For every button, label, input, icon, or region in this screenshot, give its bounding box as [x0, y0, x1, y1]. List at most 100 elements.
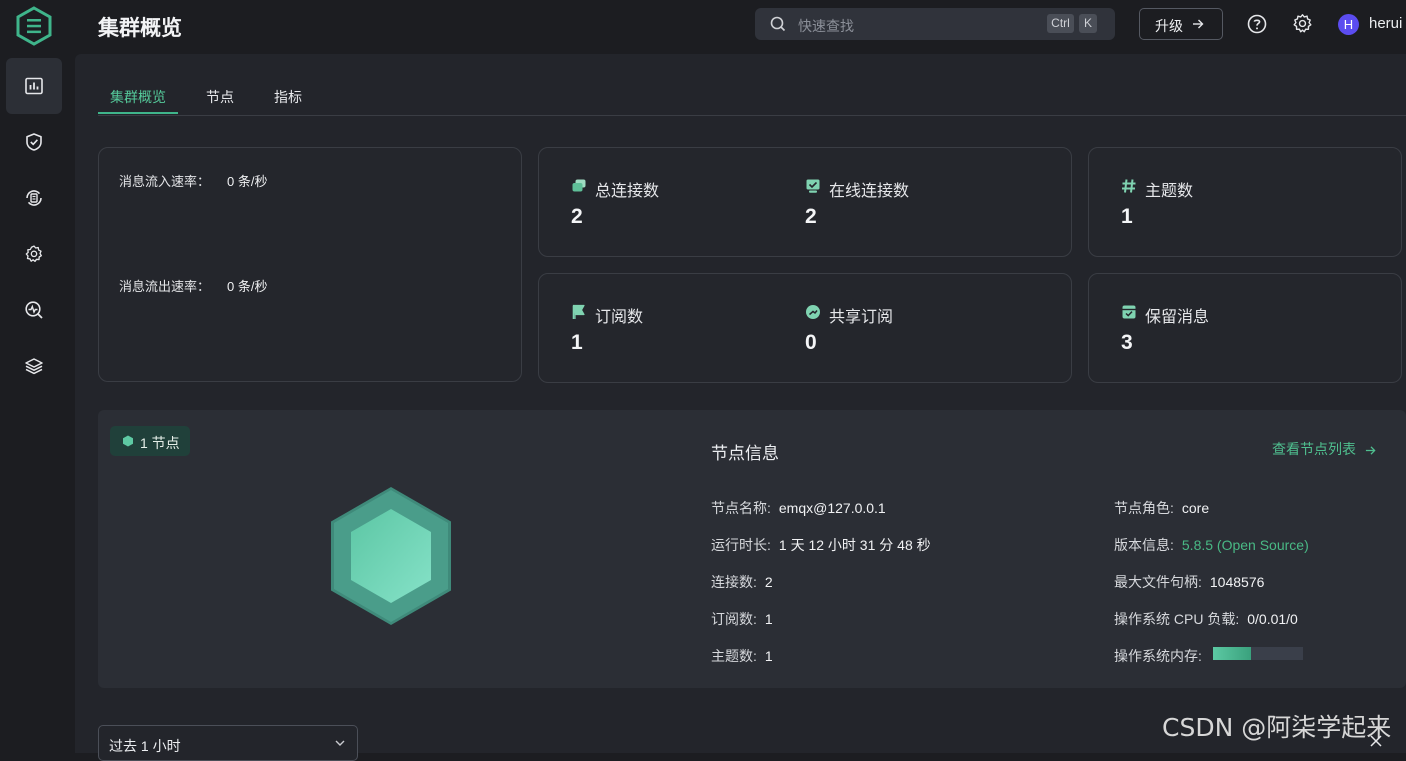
node-hexagon-graphic[interactable] [330, 486, 452, 626]
info-value: 1 [764, 611, 773, 627]
info-key: 连接数: [711, 574, 757, 590]
subscribe-flag-icon [572, 304, 585, 319]
search-icon [770, 16, 786, 32]
info-key: 运行时长: [711, 537, 771, 553]
info-value: 1 天 12 小时 31 分 48 秒 [778, 537, 931, 553]
inflow-rate-label: 消息流入速率： [119, 174, 211, 189]
node-info-panel: 1 节点 节点信息 查看节点列表 节点名称: emqx@127.0.0.1 运行… [98, 410, 1406, 688]
max-fd-row: 最大文件句柄: 1048576 [1114, 572, 1264, 592]
sidebar-item-data-integration[interactable] [6, 170, 62, 226]
diagnose-icon [25, 301, 43, 319]
emqx-logo-icon[interactable] [16, 6, 52, 46]
connections-row: 连接数: 2 [711, 572, 773, 592]
time-range-value: 过去 1 小时 [109, 738, 181, 754]
uptime-row: 运行时长: 1 天 12 小时 31 分 48 秒 [711, 535, 931, 555]
sidebar-item-management[interactable] [6, 226, 62, 282]
topics-card: 主题数 1 [1088, 147, 1402, 257]
tab-metrics[interactable]: 指标 [274, 87, 302, 107]
info-value: 1 [764, 648, 773, 664]
subscriptions-value: 1 [571, 331, 583, 354]
top-bar: 集群概览 快速查找 Ctrl K 升级 H herui [0, 0, 1406, 52]
memory-row: 操作系统内存: [1114, 646, 1202, 666]
page-title: 集群概览 [98, 17, 182, 40]
info-value: 2 [764, 574, 773, 590]
node-name-row: 节点名称: emqx@127.0.0.1 [711, 498, 886, 518]
dashboard-icon [25, 77, 43, 95]
subscriptions-row: 订阅数: 1 [711, 609, 773, 629]
info-key: 节点名称: [711, 500, 771, 516]
info-key: 版本信息: [1114, 537, 1174, 553]
shortcut-k: K [1079, 14, 1097, 33]
outflow-rate-value: 0 条/秒 [227, 279, 268, 294]
hash-icon [1122, 179, 1136, 193]
sidebar-item-dashboard[interactable] [6, 58, 62, 114]
share-icon [806, 305, 820, 319]
subscriptions-card: 订阅数 1 共享订阅 0 [538, 273, 1072, 383]
shared-subscriptions-value: 0 [805, 331, 817, 354]
cpu-load-row: 操作系统 CPU 负载: 0/0.01/0 [1114, 609, 1298, 629]
node-count-label: 1 节点 [140, 435, 180, 451]
version-row: 版本信息: 5.8.5 (Open Source) [1114, 535, 1309, 555]
close-icon[interactable] [1368, 733, 1384, 749]
shield-icon [26, 133, 42, 151]
message-rate-card: 消息流入速率： 0 条/秒 消息流出速率： 0 条/秒 [98, 147, 522, 382]
info-value: core [1181, 500, 1210, 516]
subscriptions-label: 订阅数 [595, 309, 644, 326]
upgrade-label: 升级 [1155, 18, 1183, 34]
search-input[interactable]: 快速查找 Ctrl K [755, 8, 1115, 40]
sidebar [0, 52, 70, 753]
username[interactable]: herui [1369, 15, 1402, 32]
retained-card: 保留消息 3 [1088, 273, 1402, 383]
upgrade-button[interactable]: 升级 [1139, 8, 1223, 40]
node-count-badge[interactable]: 1 节点 [110, 426, 190, 456]
arrow-right-icon [1365, 446, 1376, 455]
main-content: 集群概览 节点 指标 消息流入速率： 0 条/秒 消息流出速率： 0 条/秒 总… [75, 54, 1406, 761]
info-value: 1048576 [1209, 574, 1265, 590]
sidebar-item-extensions[interactable] [6, 338, 62, 394]
memory-label: 操作系统内存: [1114, 648, 1202, 664]
active-tab-indicator [98, 112, 178, 114]
help-icon[interactable] [1247, 14, 1267, 34]
arrow-right-icon [1193, 19, 1204, 29]
avatar[interactable]: H [1338, 14, 1359, 35]
info-key: 订阅数: [711, 611, 757, 627]
node-role-row: 节点角色: core [1114, 498, 1209, 518]
topics-value: 1 [1121, 205, 1133, 228]
connections-icon [572, 179, 586, 192]
node-info-title: 节点信息 [711, 444, 779, 463]
gear-icon[interactable] [1292, 13, 1313, 34]
online-connections-value: 2 [805, 205, 817, 228]
settings-icon [25, 245, 42, 262]
retained-messages-label: 保留消息 [1145, 309, 1210, 326]
tab-bar: 集群概览 节点 指标 [98, 78, 1406, 116]
outflow-rate-label: 消息流出速率： [119, 279, 211, 294]
tab-cluster-overview[interactable]: 集群概览 [110, 87, 166, 107]
view-node-list-link[interactable]: 查看节点列表 [1272, 439, 1376, 459]
extensions-icon [25, 358, 43, 375]
chevron-down-icon [335, 740, 345, 746]
info-value: emqx@127.0.0.1 [778, 500, 886, 516]
memory-usage-fill [1213, 647, 1251, 660]
node-hexagon-icon [123, 435, 133, 447]
shared-subscriptions-label: 共享订阅 [829, 309, 894, 326]
memory-usage-bar[interactable] [1213, 647, 1303, 660]
info-key: 主题数: [711, 648, 757, 664]
total-connections-label: 总连接数 [595, 183, 660, 200]
info-key: 操作系统 CPU 负载: [1114, 611, 1240, 627]
retained-messages-value: 3 [1121, 331, 1133, 354]
sidebar-item-access-control[interactable] [6, 114, 62, 170]
inflow-rate-value: 0 条/秒 [227, 174, 268, 189]
time-range-select[interactable]: 过去 1 小时 [98, 725, 358, 761]
info-value: 0/0.01/0 [1247, 611, 1298, 627]
sidebar-item-diagnose[interactable] [6, 282, 62, 338]
topics-row: 主题数: 1 [711, 646, 773, 666]
online-connections-label: 在线连接数 [829, 183, 910, 200]
total-connections-value: 2 [571, 205, 583, 228]
version-link[interactable]: 5.8.5 (Open Source) [1182, 537, 1309, 553]
info-key: 最大文件句柄: [1114, 574, 1202, 590]
shortcut-ctrl: Ctrl [1047, 14, 1074, 33]
view-node-list-label: 查看节点列表 [1272, 441, 1356, 457]
online-connections-icon [806, 179, 820, 193]
data-flow-icon [26, 190, 42, 206]
tab-nodes[interactable]: 节点 [206, 87, 234, 107]
